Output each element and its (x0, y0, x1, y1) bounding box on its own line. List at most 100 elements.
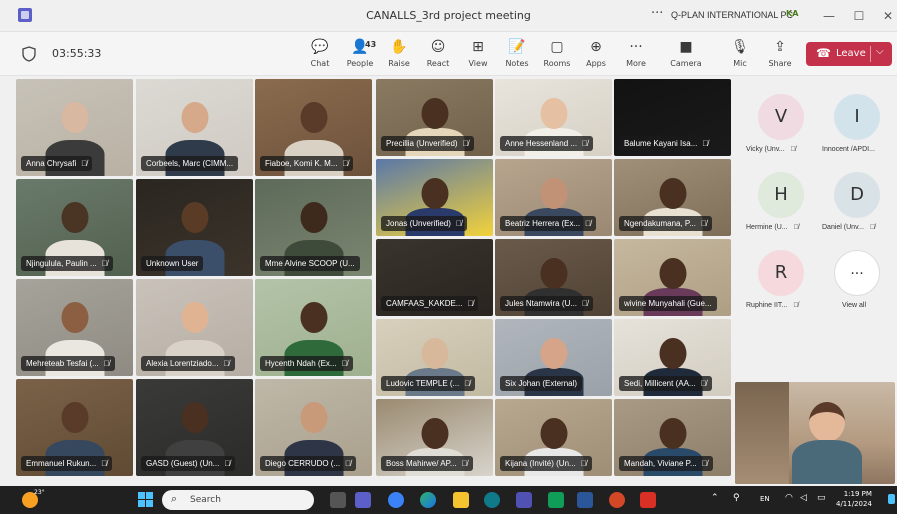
participant-tile[interactable]: wivine Munyahali (Gue... (614, 239, 731, 316)
toolbar-apps-button[interactable]: ⊕ Apps (576, 38, 616, 68)
volume-icon[interactable]: ◁ (800, 493, 807, 503)
participant-name: Jules Ntamwira (U... (505, 299, 578, 308)
mic-muted-icon: 🎙̸ (790, 146, 796, 153)
wifi-icon[interactable]: ◠ (785, 493, 793, 503)
participant-name-tag: Hycenth Ndah (Ex... 🎙̸ (260, 356, 353, 371)
participant-tile[interactable]: Ludovic TEMPLE (... 🎙̸ (376, 319, 493, 396)
participant-tile[interactable]: Mme Alvine SCOOP (U... (255, 179, 372, 276)
acrobat-icon[interactable] (640, 492, 656, 508)
title-more-icon[interactable]: ··· (651, 6, 663, 21)
chat-app-icon[interactable] (388, 492, 404, 508)
participant-name-tag: wivine Munyahali (Gue... (619, 296, 717, 311)
person-head (540, 338, 567, 369)
start-button[interactable] (138, 492, 154, 508)
toolbar-chat-button[interactable]: 💬 Chat (300, 38, 340, 68)
participant-tile[interactable]: Jonas (Unverified) 🎙̸ (376, 159, 493, 236)
participant-tile[interactable]: Unknown User (136, 179, 253, 276)
person-head (540, 178, 567, 209)
participant-name: Ludovic TEMPLE (... (386, 379, 460, 388)
toolbar-react-button[interactable]: ☺ React (418, 38, 458, 68)
toolbar-share-button[interactable]: ⇪ Share (760, 38, 800, 68)
participant-tile[interactable]: Beatriz Herrera (Ex... 🎙̸ (495, 159, 612, 236)
taskbar-search[interactable]: ⌕ Search (162, 490, 314, 510)
maximize-button[interactable]: ☐ (849, 7, 869, 25)
participant-name: Corbeels, Marc (CIMM... (146, 159, 234, 168)
participant-tile[interactable]: Corbeels, Marc (CIMM... (136, 79, 253, 176)
person-body (792, 440, 862, 484)
toolbar-people-button[interactable]: 👤 People 43 (340, 38, 380, 68)
participant-tile[interactable]: Hycenth Ndah (Ex... 🎙̸ (255, 279, 372, 376)
view-all-button[interactable]: ··· (834, 250, 880, 296)
participant-tile[interactable]: Precillia (Unverified) 🎙̸ (376, 79, 493, 156)
toolbar-raise-button[interactable]: ✋ Raise (379, 38, 419, 68)
roster-avatar[interactable]: I (834, 94, 880, 140)
mic-muted-icon: 🎙̸ (103, 359, 110, 368)
word-icon[interactable] (577, 492, 593, 508)
video-stage: Anna Chrysafi 🎙̸ Corbeels, Marc (CIMM... Fi… (0, 76, 897, 486)
participant-name-tag: Beatriz Herrera (Ex... 🎙̸ (500, 216, 597, 231)
participant-tile[interactable]: Sedi, Millicent (AA... 🎙̸ (614, 319, 731, 396)
participant-tile[interactable]: Emmanuel Rukun... 🎙̸ (16, 379, 133, 476)
close-button[interactable]: ✕ (878, 7, 897, 25)
participant-name-tag: Ngendakumana, P... 🎙̸ (619, 216, 712, 231)
roster-avatar[interactable]: D (834, 172, 880, 218)
participant-name: Fiaboe, Komi K. M... (265, 159, 338, 168)
roster-avatar[interactable]: R (758, 250, 804, 296)
roster-avatar[interactable]: H (758, 172, 804, 218)
chevron-down-icon[interactable]: ⌵ (876, 46, 884, 57)
notes-icon: 📝 (508, 39, 526, 55)
toolbar-more-button[interactable]: ··· More (616, 38, 656, 68)
participant-name: Anna Chrysafi (26, 159, 77, 168)
participant-tile[interactable]: Ngendakumana, P... 🎙̸ (614, 159, 731, 236)
minimize-button[interactable]: — (819, 7, 839, 25)
file-explorer-icon[interactable] (453, 492, 469, 508)
participant-tile[interactable]: Boss Mahirwe/ AP... 🎙̸ (376, 399, 493, 476)
participant-tile[interactable]: Mandah, Viviane P... 🎙̸ (614, 399, 731, 476)
toolbar-notes-button[interactable]: 📝 Notes (497, 38, 537, 68)
participant-tile[interactable]: CAMFAAS_KAKDE... 🎙̸ (376, 239, 493, 316)
org-name[interactable]: Q-PLAN INTERNATIONAL PC (671, 10, 793, 20)
participant-tile[interactable]: Jules Ntamwira (U... 🎙̸ (495, 239, 612, 316)
toolbar-mic-button[interactable]: 🎙 Mic (720, 38, 760, 68)
toolbar-view-button[interactable]: ⊞ View (458, 38, 498, 68)
participant-tile[interactable]: Anna Chrysafi 🎙̸ (16, 79, 133, 176)
participant-tile[interactable]: Kijana (Invité) (Un... 🎙̸ (495, 399, 612, 476)
edge-icon[interactable] (420, 492, 436, 508)
teams-classic-icon[interactable] (516, 492, 532, 508)
participant-tile[interactable]: Mehreteab Tesfai (... 🎙̸ (16, 279, 133, 376)
self-view-tile[interactable] (735, 382, 895, 484)
participant-tile[interactable]: Diego CERRUDO (... 🎙̸ (255, 379, 372, 476)
participant-tile[interactable]: Alexia Lorentziado... 🎙̸ (136, 279, 253, 376)
participant-tile[interactable]: Fiaboe, Komi K. M... 🎙̸ (255, 79, 372, 176)
view-all-label[interactable]: View all (842, 302, 866, 309)
powerpoint-icon[interactable] (609, 492, 625, 508)
roster-name: Innocent /APDI... (822, 146, 875, 153)
language-indicator[interactable]: EN (760, 495, 770, 503)
battery-icon[interactable]: ▭ (817, 493, 826, 503)
notification-icon[interactable] (888, 494, 895, 504)
participant-name: Jonas (Unverified) (386, 219, 451, 228)
participant-name-tag: Unknown User (141, 256, 204, 271)
teams-icon[interactable] (355, 492, 371, 508)
participant-name-tag: Boss Mahirwe/ AP... 🎙̸ (381, 456, 473, 471)
mic-muted-icon: 🎙̸ (101, 259, 108, 268)
toolbar-camera-button[interactable]: ■ Camera (666, 38, 706, 68)
person-head (61, 102, 88, 133)
roster-avatar[interactable]: V (758, 94, 804, 140)
taskbar-clock[interactable]: 1:19 PM 4/11/2024 (836, 489, 872, 509)
mic-muted-icon: 🎙̸ (461, 459, 468, 468)
participant-tile[interactable]: Anne Hessenland ... 🎙̸ (495, 79, 612, 156)
copilot-icon[interactable] (484, 492, 500, 508)
participant-tile[interactable]: Njingulula, Paulin ... 🎙̸ (16, 179, 133, 276)
leave-button[interactable]: ☎ Leave ⌵ (806, 42, 892, 66)
participant-tile[interactable]: Balume Kayani Isa... 🎙̸ (614, 79, 731, 156)
org-avatar[interactable]: KA (786, 9, 798, 18)
mic-muted-icon: 🎙̸ (81, 159, 88, 168)
participant-tile[interactable]: Six Johan (External) (495, 319, 612, 396)
sharepoint-icon[interactable] (548, 492, 564, 508)
chevron-up-icon[interactable]: ⌃ (711, 493, 719, 503)
participant-tile[interactable]: GASD (Guest) (Un... 🎙̸ (136, 379, 253, 476)
shield-icon[interactable] (22, 46, 36, 62)
toolbar-rooms-button[interactable]: ▢ Rooms (537, 38, 577, 68)
task-view-icon[interactable] (330, 492, 346, 508)
